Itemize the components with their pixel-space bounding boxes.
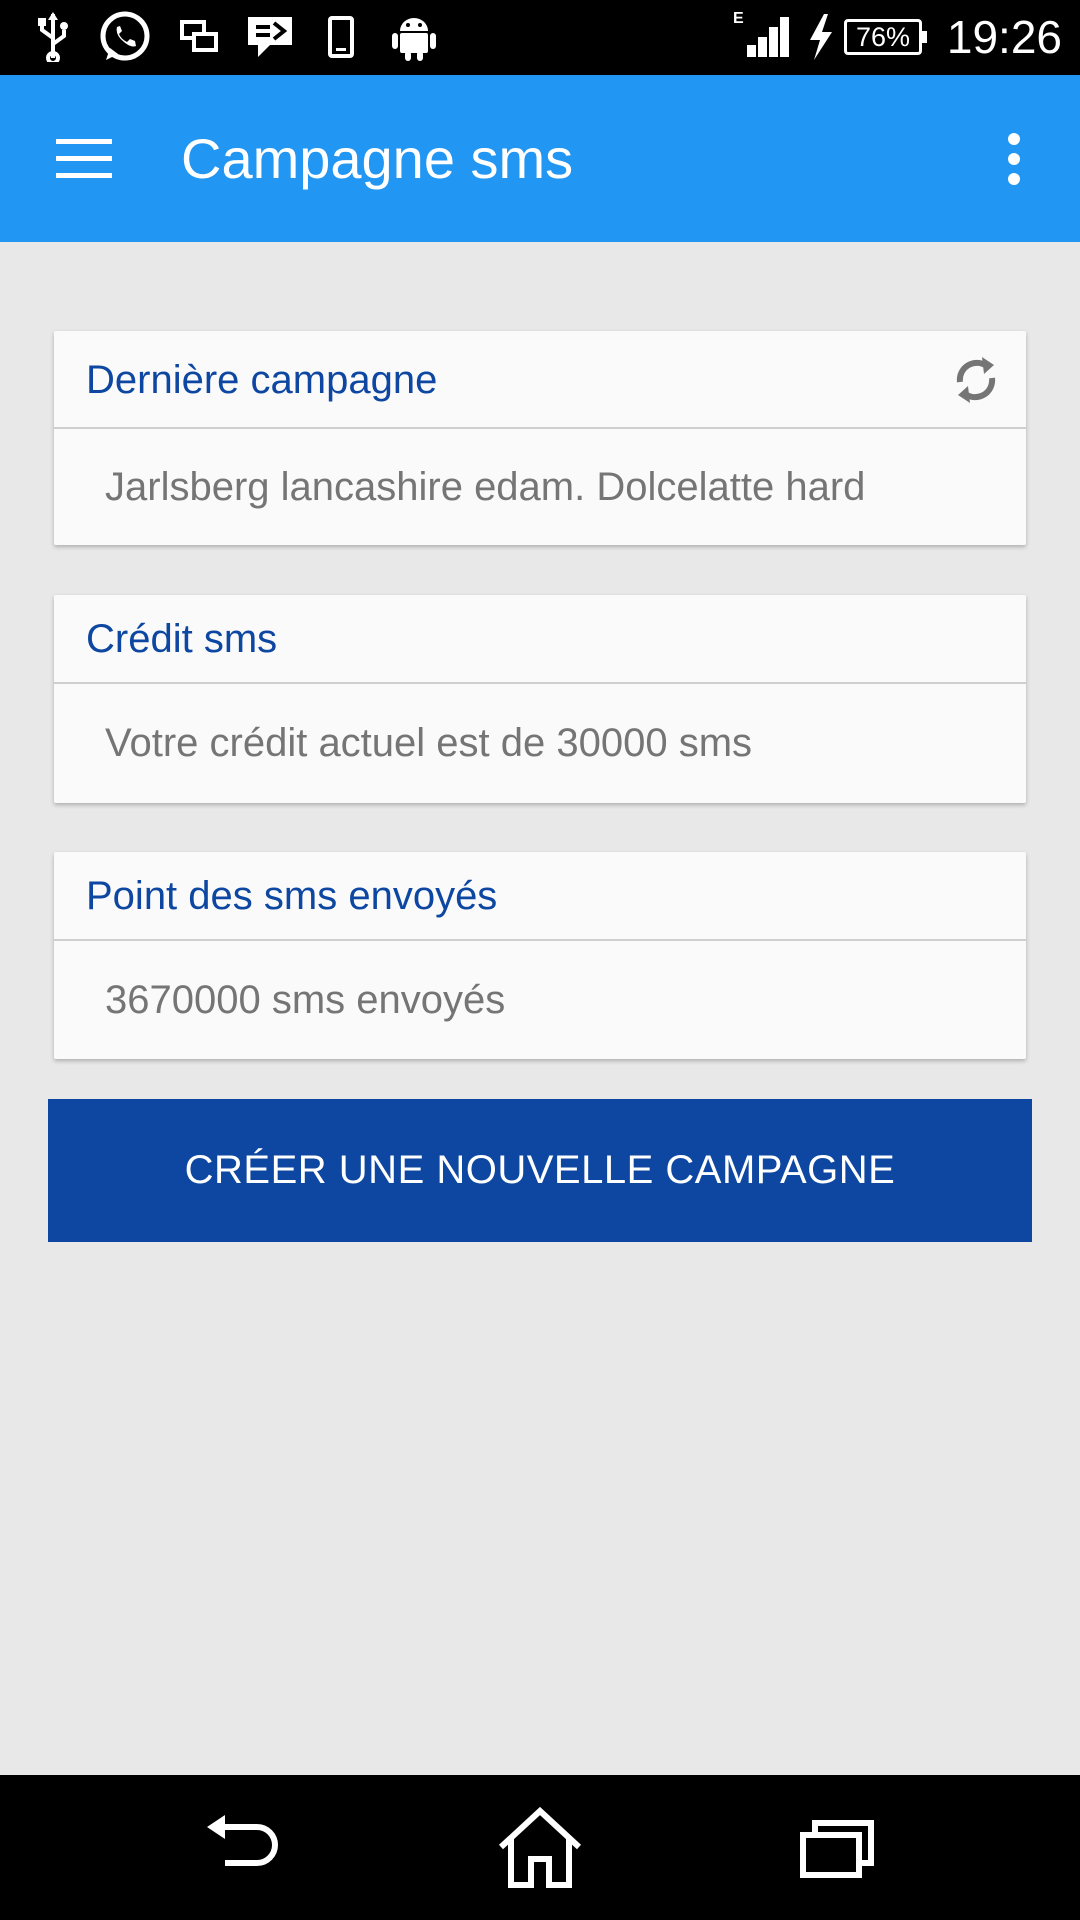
charging-icon xyxy=(806,12,834,62)
android-icon xyxy=(392,12,436,62)
credit-text: Votre crédit actuel est de 30000 sms xyxy=(105,721,753,765)
home-icon[interactable] xyxy=(495,1805,585,1891)
create-campaign-button[interactable]: CRÉER UNE NOUVELLE CAMPAGNE xyxy=(48,1099,1032,1242)
credit-card: Crédit sms Votre crédit actuel est de 30… xyxy=(54,595,1026,803)
last-campaign-text: Jarlsberg lancashire edam. Dolcelatte ha… xyxy=(105,465,866,509)
sent-sms-card: Point des sms envoyés 3670000 sms envoyé… xyxy=(54,852,1026,1059)
phone-icon xyxy=(328,12,354,62)
battery-indicator: 76% xyxy=(844,19,927,55)
navigation-bar xyxy=(0,1775,1080,1920)
back-icon[interactable] xyxy=(195,1805,285,1891)
message-icon xyxy=(246,12,294,62)
sent-sms-text: 3670000 sms envoyés xyxy=(105,978,506,1022)
card-header: Crédit sms xyxy=(54,595,1026,684)
recent-apps-icon[interactable] xyxy=(795,1805,885,1891)
last-campaign-card: Dernière campagne Jarlsberg lancashire e… xyxy=(54,331,1026,545)
more-options-icon[interactable] xyxy=(1000,131,1028,187)
screen-mirror-icon xyxy=(180,12,218,62)
status-bar: E 76% 19:26 xyxy=(0,0,1080,75)
card-header: Dernière campagne xyxy=(54,331,1026,429)
usb-icon xyxy=(36,12,70,62)
app-bar: Campagne sms xyxy=(0,75,1080,242)
signal-icon: E xyxy=(733,8,793,58)
last-campaign-title: Dernière campagne xyxy=(86,358,438,402)
refresh-icon[interactable] xyxy=(948,352,1004,408)
menu-icon[interactable] xyxy=(56,139,112,179)
whatsapp-icon xyxy=(98,11,152,62)
page-title: Campagne sms xyxy=(181,127,574,190)
credit-title: Crédit sms xyxy=(86,617,278,661)
sent-sms-title: Point des sms envoyés xyxy=(86,874,498,918)
card-header: Point des sms envoyés xyxy=(54,852,1026,941)
clock: 19:26 xyxy=(946,11,1062,63)
network-type-label: E xyxy=(733,10,744,27)
